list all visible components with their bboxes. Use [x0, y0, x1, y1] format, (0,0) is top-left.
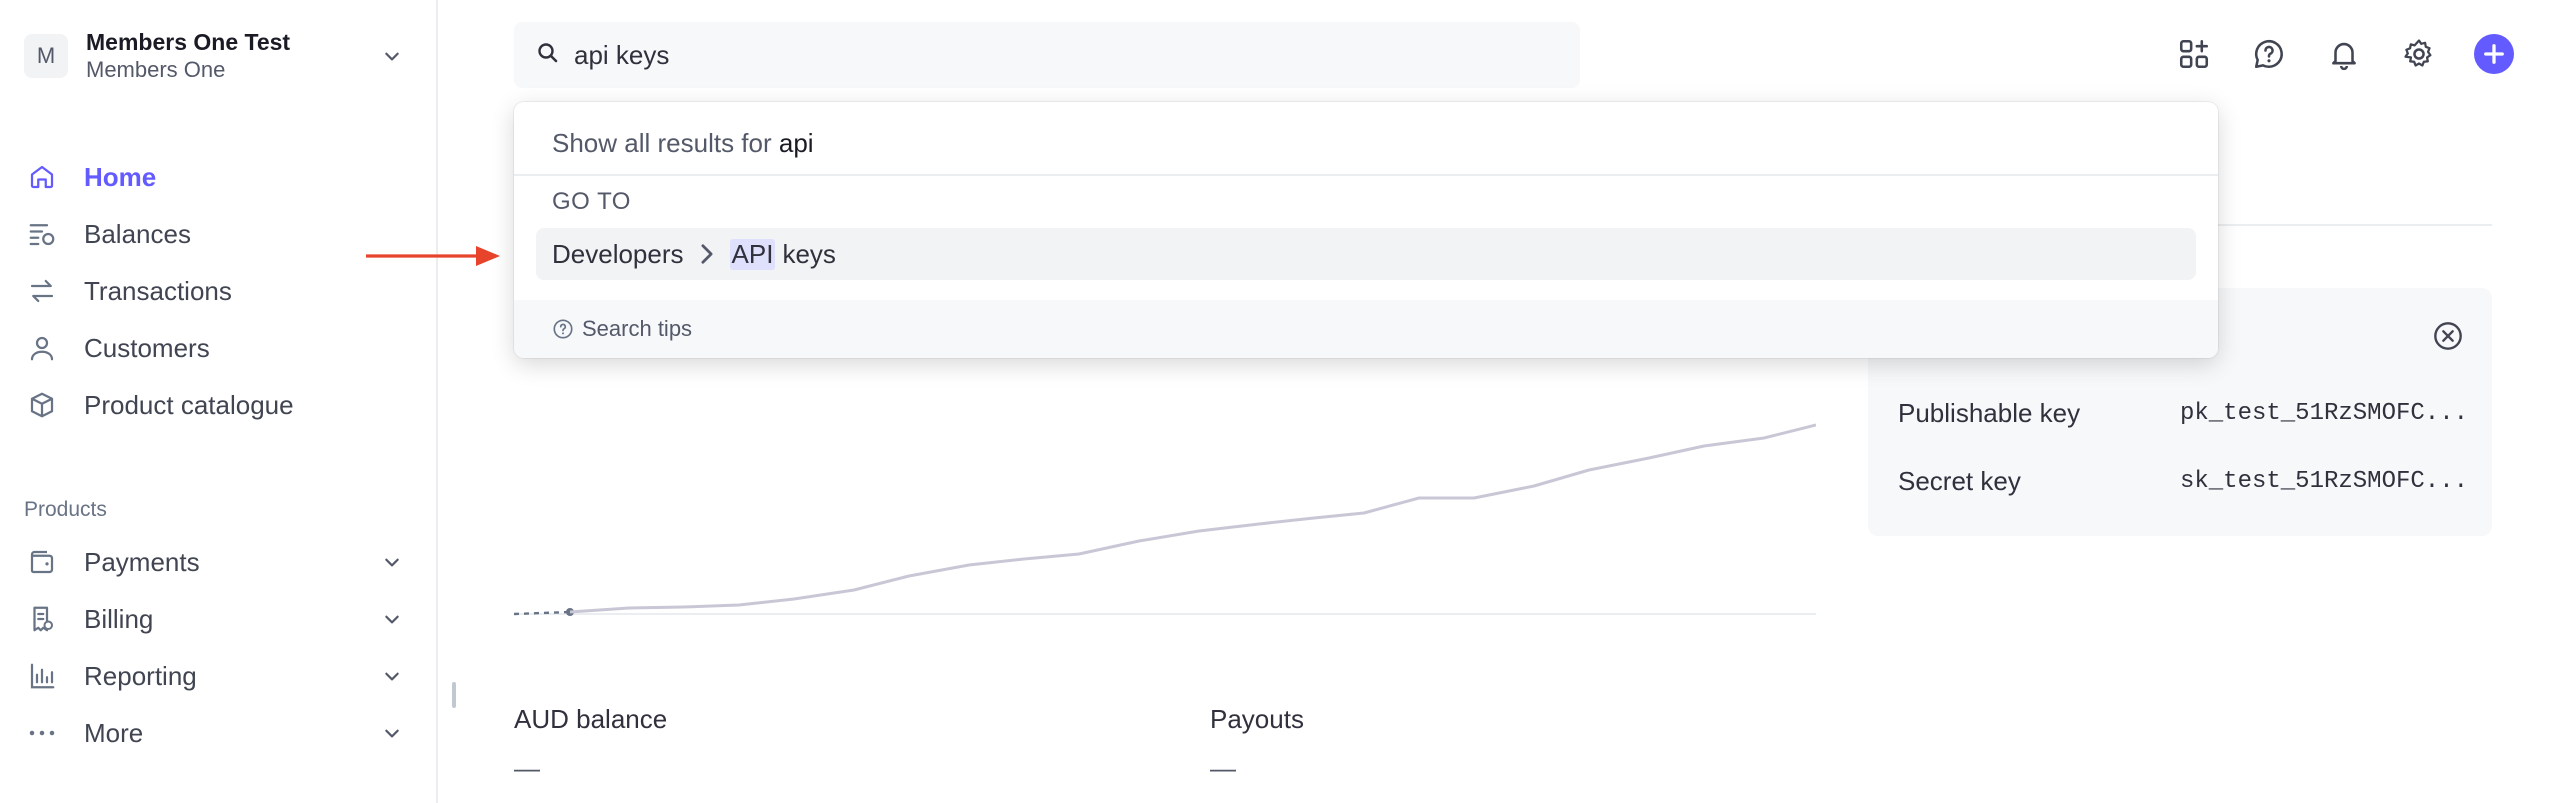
balances-icon	[24, 216, 60, 252]
plus-icon	[2474, 34, 2514, 74]
publishable-key-value[interactable]: pk_test_51RzSMOFC...	[2180, 400, 2468, 427]
search-tips-footer[interactable]: Search tips	[514, 300, 2218, 358]
bell-icon[interactable]	[2320, 30, 2368, 78]
more-icon	[24, 715, 60, 751]
sidebar: M Members One Test Members One Home Bala…	[0, 0, 438, 803]
customers-icon	[24, 330, 60, 366]
chevron-down-icon	[380, 44, 404, 68]
result-rest: keys	[782, 238, 836, 269]
sidebar-item-label: Billing	[84, 603, 154, 634]
account-name: Members One Test	[86, 29, 291, 55]
sidebar-item-label: Payments	[84, 546, 200, 577]
secret-key-row: Secret key sk_test_51RzSMOFC...	[1898, 466, 2468, 497]
products-section-label: Products	[24, 498, 107, 521]
create-button[interactable]	[2470, 30, 2518, 78]
account-switcher[interactable]: M Members One Test Members One	[24, 26, 404, 86]
gear-icon[interactable]	[2395, 30, 2443, 78]
show-all-results-option[interactable]: Show all results for api	[552, 128, 814, 159]
search-icon	[536, 41, 560, 70]
goto-heading: GO TO	[552, 188, 631, 215]
search-bar[interactable]	[514, 22, 1580, 88]
chart-line	[569, 423, 1816, 614]
chevron-down-icon	[380, 550, 404, 574]
show-all-query: api	[778, 128, 814, 158]
sidebar-item-transactions[interactable]: Transactions	[24, 267, 404, 315]
secret-key-value[interactable]: sk_test_51RzSMOFC...	[2180, 468, 2468, 495]
top-toolbar	[2143, 30, 2518, 78]
sidebar-item-more[interactable]: More	[24, 709, 404, 757]
sidebar-item-label: Product catalogue	[84, 389, 294, 420]
show-all-prefix: Show all results for	[552, 128, 772, 158]
payouts-stat: Payouts —	[1210, 704, 1304, 784]
sidebar-item-label: Reporting	[84, 660, 197, 691]
sidebar-item-label: Home	[84, 161, 157, 192]
sidebar-resize-handle[interactable]	[452, 682, 456, 708]
secret-key-label: Secret key	[1898, 466, 2021, 496]
sidebar-item-customers[interactable]: Customers	[24, 324, 404, 372]
sidebar-item-product-catalogue[interactable]: Product catalogue	[24, 381, 404, 429]
billing-icon	[24, 601, 60, 637]
chevron-down-icon	[380, 664, 404, 688]
sidebar-item-label: Transactions	[84, 275, 232, 306]
result-parent: Developers	[552, 238, 684, 269]
sidebar-item-reporting[interactable]: Reporting	[24, 652, 404, 700]
tabs-divider	[2190, 224, 2492, 226]
help-circle-icon	[552, 318, 574, 340]
home-icon	[24, 159, 60, 195]
sidebar-item-balances[interactable]: Balances	[24, 210, 404, 258]
payouts-label: Payouts	[1210, 704, 1304, 734]
sidebar-item-label: Customers	[84, 332, 210, 363]
account-subtitle: Members One	[86, 57, 226, 82]
catalogue-icon	[24, 387, 60, 423]
chevron-down-icon	[380, 721, 404, 745]
chevron-right-icon	[698, 243, 716, 265]
close-circle-icon[interactable]	[2430, 318, 2466, 354]
sidebar-item-label: Balances	[84, 218, 191, 249]
dropdown-divider	[514, 174, 2218, 176]
aud-balance-label: AUD balance	[514, 704, 668, 734]
apps-add-icon[interactable]	[2170, 30, 2218, 78]
publishable-key-row: Publishable key pk_test_51RzSMOFC...	[1898, 398, 2468, 429]
aud-balance-stat: AUD balance —	[514, 704, 667, 784]
sidebar-item-label: More	[84, 717, 144, 748]
reporting-icon	[24, 658, 60, 694]
search-input[interactable]	[574, 39, 1474, 71]
account-text: Members One Test Members One	[86, 28, 380, 84]
result-api-keys[interactable]: Developers API keys	[536, 228, 2196, 280]
transactions-icon	[24, 273, 60, 309]
sidebar-item-home[interactable]: Home	[24, 153, 404, 201]
publishable-key-label: Publishable key	[1898, 398, 2081, 428]
sidebar-item-payments[interactable]: Payments	[24, 538, 404, 586]
account-avatar: M	[24, 34, 68, 78]
wallet-icon	[24, 544, 60, 580]
result-highlight: API	[729, 238, 776, 270]
chevron-down-icon	[380, 607, 404, 631]
search-dropdown: Show all results for api GO TO Developer…	[514, 102, 2218, 358]
sidebar-item-billing[interactable]: Billing	[24, 595, 404, 643]
search-tips-label: Search tips	[582, 316, 693, 341]
help-icon[interactable]	[2245, 30, 2293, 78]
annotation-arrow	[366, 246, 500, 266]
balance-trend-chart	[514, 423, 1816, 616]
aud-balance-value: —	[514, 753, 540, 783]
payouts-value: —	[1210, 753, 1236, 783]
